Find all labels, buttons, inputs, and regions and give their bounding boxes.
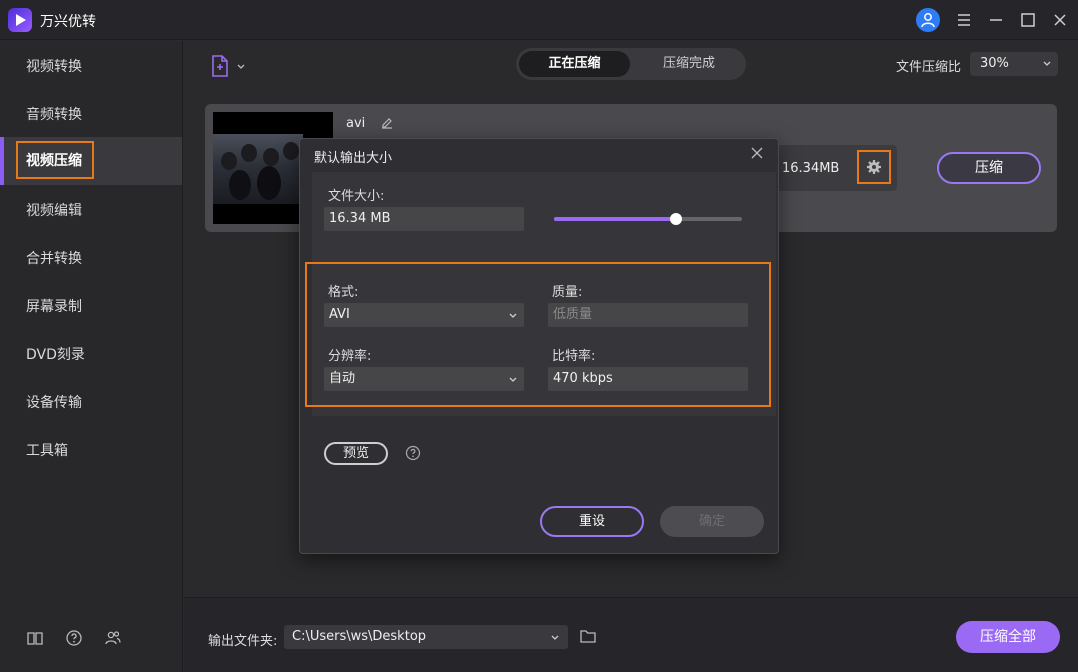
slider-fill — [554, 217, 677, 221]
size-slider[interactable] — [554, 217, 742, 221]
sidebar-item-label: 视频转换 — [26, 59, 82, 75]
maximize-icon[interactable] — [1018, 10, 1038, 30]
sidebar-item-dvd-burn[interactable]: DVD刻录 — [0, 331, 182, 379]
sidebar-item-device-transfer[interactable]: 设备传输 — [0, 379, 182, 427]
book-icon[interactable] — [26, 629, 44, 647]
compress-button[interactable]: 压缩 — [937, 152, 1041, 184]
sidebar-item-video-convert[interactable]: 视频转换 — [0, 43, 182, 91]
gear-icon — [867, 160, 881, 174]
file-size-input[interactable]: 16.34 MB — [324, 207, 524, 231]
compress-all-button[interactable]: 压缩全部 — [956, 621, 1060, 653]
chevron-down-icon — [509, 377, 517, 382]
chevron-down-icon — [551, 635, 559, 640]
resolution-select[interactable]: 自动 — [324, 367, 524, 391]
highlight-box — [16, 141, 94, 179]
sidebar-item-merge-convert[interactable]: 合并转换 — [0, 235, 182, 283]
tab-compressing[interactable]: 正在压缩 — [519, 51, 630, 77]
tab-compressed[interactable]: 压缩完成 — [634, 51, 744, 77]
confirm-button[interactable]: 确定 — [660, 506, 764, 537]
format-value: AVI — [329, 307, 350, 322]
reset-button[interactable]: 重设 — [540, 506, 644, 537]
settings-button[interactable] — [857, 150, 891, 184]
sidebar-item-audio-convert[interactable]: 音频转换 — [0, 91, 182, 139]
sidebar-item-label: 设备传输 — [26, 395, 82, 411]
chevron-down-icon — [509, 313, 517, 318]
sidebar-item-screen-record[interactable]: 屏幕录制 — [0, 283, 182, 331]
minimize-icon[interactable] — [986, 10, 1006, 30]
compress-ratio-value: 30% — [980, 56, 1009, 71]
status-tabs: 正在压缩 压缩完成 — [516, 48, 746, 80]
output-folder-label: 输出文件夹: — [208, 634, 278, 649]
title-bar: 万兴优转 — [0, 0, 1078, 40]
compress-ratio-select[interactable]: 30% — [970, 52, 1058, 76]
sidebar-item-label: DVD刻录 — [26, 347, 85, 363]
quality-label: 质量: — [552, 285, 583, 300]
output-folder-select[interactable]: C:\Users\ws\Desktop — [284, 625, 568, 649]
close-icon[interactable] — [1050, 10, 1070, 30]
sidebar-item-label: 工具箱 — [26, 443, 68, 459]
format-label: 格式: — [328, 285, 359, 300]
menu-icon[interactable] — [954, 10, 974, 30]
edit-icon[interactable] — [380, 116, 394, 134]
sidebar-item-label: 音频转换 — [26, 107, 82, 123]
dialog-title: 默认输出大小 — [314, 151, 393, 166]
add-file-icon[interactable] — [210, 54, 250, 78]
app-title: 万兴优转 — [40, 14, 96, 30]
format-select[interactable]: AVI — [324, 303, 524, 327]
help-icon[interactable] — [65, 629, 83, 647]
bitrate-label: 比特率: — [552, 349, 596, 364]
compress-ratio-label: 文件压缩比 — [896, 60, 962, 75]
chevron-down-icon — [1043, 61, 1051, 66]
thumbnail-image — [213, 134, 303, 204]
user-account-icon[interactable] — [916, 8, 940, 32]
folder-icon[interactable] — [580, 629, 596, 647]
preview-button[interactable]: 预览 — [324, 442, 388, 465]
output-folder-path: C:\Users\ws\Desktop — [292, 629, 427, 644]
app-logo-icon — [8, 8, 32, 32]
quality-value: 低质量 — [553, 307, 593, 322]
sidebar-item-video-edit[interactable]: 视频编辑 — [0, 187, 182, 235]
output-size: 16.34MB — [782, 161, 840, 176]
bitrate-value: 470 kbps — [553, 371, 613, 386]
users-icon[interactable] — [104, 629, 122, 647]
sidebar-item-toolbox[interactable]: 工具箱 — [0, 427, 182, 475]
file-format: avi — [346, 116, 366, 131]
quality-input: 低质量 — [548, 303, 748, 327]
sidebar-item-video-compress[interactable]: 视频压缩 — [0, 137, 182, 185]
sidebar-item-label: 视频编辑 — [26, 203, 82, 219]
sidebar-item-label: 屏幕录制 — [26, 299, 82, 315]
resolution-label: 分辨率: — [328, 349, 372, 364]
file-size-value: 16.34 MB — [329, 211, 391, 226]
sidebar-item-label: 合并转换 — [26, 251, 82, 267]
help-icon[interactable] — [405, 445, 421, 465]
resolution-value: 自动 — [329, 371, 356, 386]
file-size-label: 文件大小: — [328, 189, 385, 204]
bitrate-input[interactable]: 470 kbps — [548, 367, 748, 391]
close-icon[interactable] — [750, 146, 764, 160]
